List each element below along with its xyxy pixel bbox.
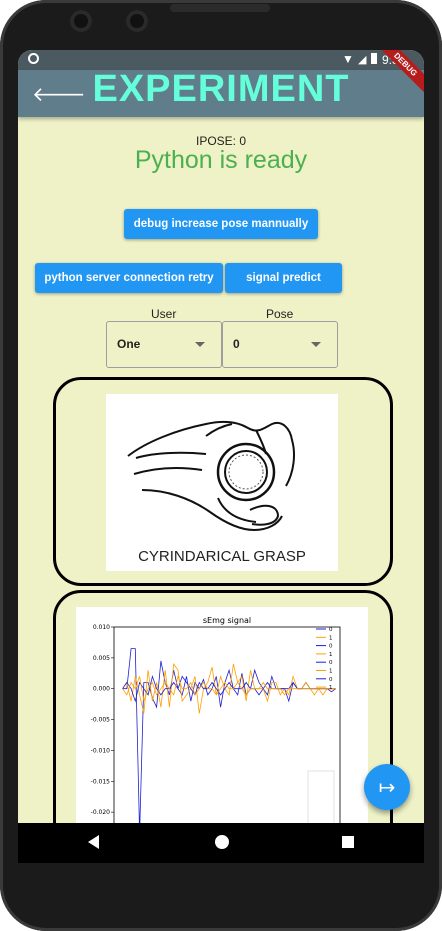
nav-back-icon[interactable] bbox=[88, 835, 99, 849]
status-bar: ▼ ◢ 9:31 bbox=[18, 50, 424, 70]
y-tick-label: 0.005 bbox=[93, 655, 110, 662]
legend-label: 0 bbox=[329, 627, 333, 633]
plot-area bbox=[113, 626, 341, 844]
signal-icon: ◢ bbox=[358, 54, 367, 66]
legend-label: 1 bbox=[329, 652, 333, 658]
page-title: EXPERIMENT bbox=[92, 68, 350, 110]
hand-grasp-illustration bbox=[127, 420, 295, 532]
chart-title: sEmg signal bbox=[203, 616, 251, 625]
app-bar: 🡐 EXPERIMENT bbox=[18, 68, 424, 117]
signal-predict-button[interactable]: signal predict bbox=[225, 263, 342, 293]
app-screen: ▼ ◢ 9:31 🡐 EXPERIMENT DEBUG IPOSE: 0 Pyt… bbox=[18, 50, 424, 863]
y-tick-label: -0.015 bbox=[91, 778, 111, 785]
y-tick-label: -0.005 bbox=[91, 717, 111, 724]
front-sensor bbox=[126, 10, 148, 32]
user-label: User bbox=[151, 307, 177, 321]
pose-label: Pose bbox=[266, 307, 294, 321]
legend-label: 1 bbox=[329, 669, 333, 675]
pose-dropdown[interactable]: 0 bbox=[222, 321, 338, 368]
legend-label: 0 bbox=[329, 644, 333, 650]
legend-label: 1 bbox=[329, 685, 333, 691]
pose-dropdown-value: 0 bbox=[233, 337, 240, 351]
dropdown-arrow-icon bbox=[311, 342, 321, 347]
earpiece bbox=[170, 4, 270, 12]
wifi-icon: ▼ bbox=[342, 52, 354, 66]
nav-recents-icon[interactable] bbox=[342, 836, 354, 848]
user-dropdown-value: One bbox=[117, 337, 141, 351]
debug-increase-pose-button[interactable]: debug increase pose mannually bbox=[124, 209, 318, 239]
dropdown-arrow-icon bbox=[195, 342, 205, 347]
battery-icon bbox=[371, 53, 377, 64]
grasp-caption: CYRINDARICAL GRASP bbox=[138, 548, 306, 565]
next-fab-button[interactable]: ↦ bbox=[364, 764, 410, 810]
front-camera bbox=[70, 10, 92, 32]
y-tick-label: 0.010 bbox=[93, 624, 110, 631]
y-tick-label: -0.020 bbox=[91, 809, 111, 816]
nav-home-icon[interactable] bbox=[215, 835, 229, 849]
legend-label: 0 bbox=[329, 677, 333, 683]
python-server-retry-button[interactable]: python server connection retry bbox=[35, 263, 223, 293]
python-status: Python is ready bbox=[134, 146, 308, 174]
user-dropdown[interactable]: One bbox=[106, 321, 222, 368]
y-tick-label: -0.010 bbox=[91, 747, 111, 754]
login-arrow-icon: ↦ bbox=[378, 776, 396, 799]
y-tick-label: 0.000 bbox=[93, 686, 110, 693]
android-nav-bar bbox=[18, 823, 424, 863]
status-indicator-icon bbox=[28, 53, 39, 64]
legend-label: 0 bbox=[329, 660, 333, 666]
grasp-image: CYRINDARICAL GRASP bbox=[106, 394, 338, 571]
legend-label: 1 bbox=[329, 635, 333, 641]
